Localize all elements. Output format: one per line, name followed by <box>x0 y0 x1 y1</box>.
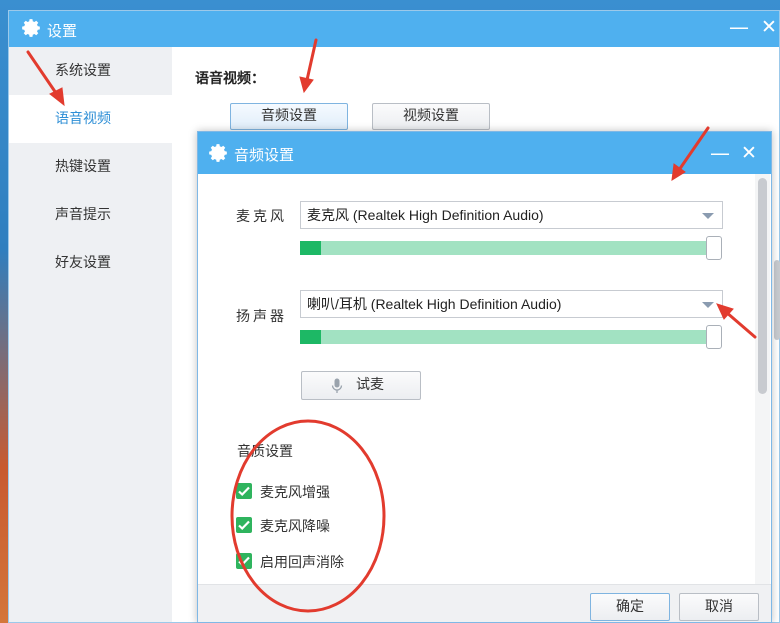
chevron-down-icon <box>702 302 714 308</box>
settings-close-button[interactable]: ✕ <box>761 16 777 38</box>
dialog-scrollbar-thumb[interactable] <box>758 178 767 394</box>
option-label: 麦克风降噪 <box>260 519 330 535</box>
audio-dialog-title: 音频设置 <box>234 146 295 164</box>
section-heading: 语音视频： <box>195 71 265 87</box>
settings-sidebar: 系统设置 语音视频 热键设置 声音提示 好友设置 <box>9 47 172 622</box>
microphone-select[interactable]: 麦克风 (Realtek High Definition Audio) <box>300 201 723 229</box>
microphone-level-meter <box>300 241 716 255</box>
microphone-select-value: 麦克风 (Realtek High Definition Audio) <box>307 207 544 223</box>
dialog-footer: 确定 取消 <box>198 584 771 622</box>
sidebar-item-hotkeys[interactable]: 热键设置 <box>9 143 172 191</box>
checkbox-checked[interactable] <box>236 483 252 499</box>
checkbox-checked[interactable] <box>236 517 252 533</box>
background-scrollbar[interactable] <box>774 260 780 340</box>
sidebar-item-voice-video[interactable]: 语音视频 <box>9 95 172 143</box>
ok-button[interactable]: 确定 <box>590 593 670 621</box>
checkmark-icon <box>238 486 250 497</box>
microphone-level-fill <box>300 241 321 255</box>
settings-title: 设置 <box>47 22 78 40</box>
checkmark-icon <box>238 520 250 531</box>
speaker-level-fill <box>300 330 321 344</box>
checkmark-icon <box>238 556 250 567</box>
tab-video-settings[interactable]: 视频设置 <box>372 103 490 130</box>
speaker-select[interactable]: 喇叭/耳机 (Realtek High Definition Audio) <box>300 290 723 318</box>
option-label: 麦克风增强 <box>260 485 330 501</box>
settings-minimize-button[interactable]: — <box>729 15 749 39</box>
speaker-select-value: 喇叭/耳机 (Realtek High Definition Audio) <box>307 296 562 312</box>
sidebar-item-sound-alerts[interactable]: 声音提示 <box>9 191 172 239</box>
cancel-button[interactable]: 取消 <box>679 593 759 621</box>
chevron-down-icon <box>702 213 714 219</box>
audio-dialog-close-button[interactable]: ✕ <box>741 142 757 164</box>
audio-dialog-titlebar[interactable]: 音频设置 — ✕ <box>198 132 771 174</box>
test-mic-button[interactable]: 试麦 <box>301 371 421 400</box>
microphone-icon <box>331 378 343 393</box>
speaker-level-meter <box>300 330 716 344</box>
microphone-label: 麦克风 <box>236 209 287 225</box>
quality-heading: 音质设置 <box>237 444 293 460</box>
settings-titlebar[interactable]: 设置 — ✕ <box>9 11 779 47</box>
checkbox-checked[interactable] <box>236 553 252 569</box>
test-mic-label: 试麦 <box>356 377 384 393</box>
microphone-volume-slider[interactable] <box>706 236 722 260</box>
tab-audio-settings[interactable]: 音频设置 <box>230 103 348 130</box>
audio-settings-dialog: 音频设置 — ✕ 麦克风 麦克风 (Realtek High Definitio… <box>197 131 772 623</box>
audio-dialog-minimize-button[interactable]: — <box>710 141 730 165</box>
gear-icon <box>22 19 40 37</box>
option-label: 启用回声消除 <box>260 555 344 571</box>
speaker-volume-slider[interactable] <box>706 325 722 349</box>
sidebar-item-friends[interactable]: 好友设置 <box>9 239 172 287</box>
sidebar-item-system[interactable]: 系统设置 <box>9 47 172 95</box>
gear-icon <box>209 144 227 162</box>
speaker-label: 扬声器 <box>236 309 287 325</box>
